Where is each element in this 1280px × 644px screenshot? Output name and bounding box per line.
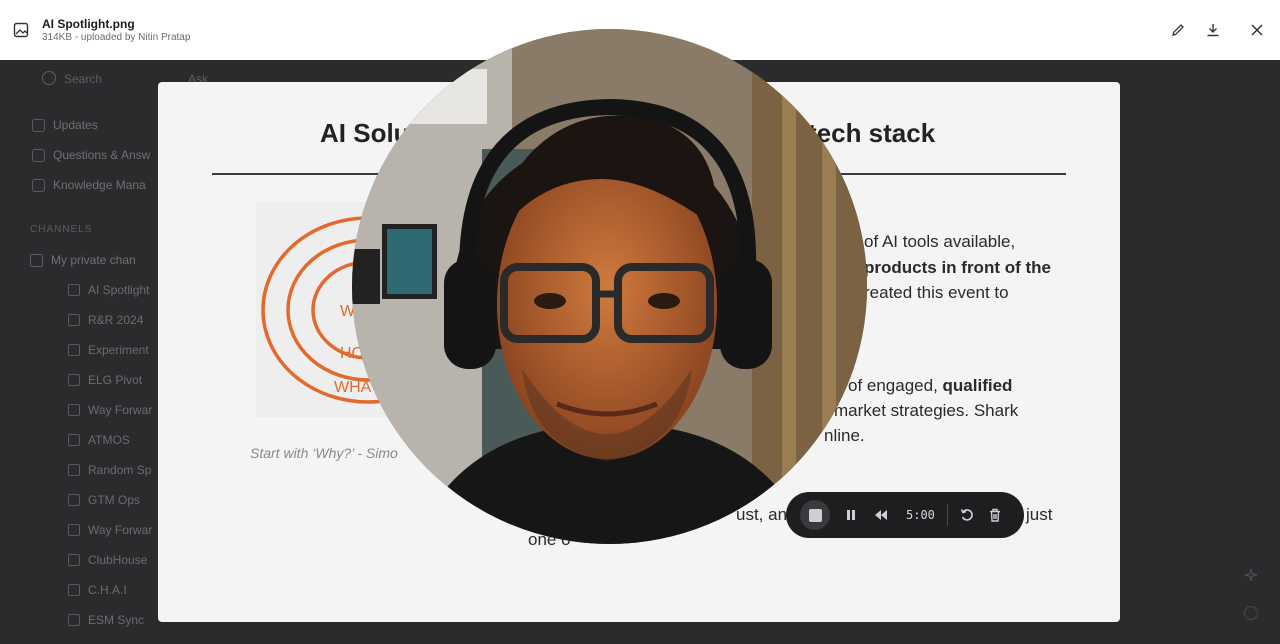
download-button[interactable]	[1203, 20, 1223, 40]
image-file-icon	[13, 22, 29, 38]
globe-icon	[68, 434, 80, 446]
rewind-button[interactable]	[870, 504, 892, 526]
search-label: Search	[64, 72, 103, 86]
megaphone-icon	[68, 404, 80, 416]
channel-item: ClubHouse	[68, 553, 147, 567]
slide-text-line: market strategies. Shark	[834, 401, 1019, 420]
help-icon	[1244, 606, 1258, 620]
channel-item: Way Forwar	[68, 403, 152, 417]
edit-button[interactable]	[1168, 20, 1188, 40]
slide-text-line: just	[1026, 505, 1053, 524]
close-icon	[1251, 24, 1263, 36]
channel-item: ATMOS	[68, 433, 130, 447]
channel-icon	[68, 494, 80, 506]
updates-icon	[32, 118, 45, 132]
channel-item: ESM Sync	[68, 613, 144, 627]
image-caption: Start with ‘Why?’ - Simo	[250, 445, 398, 461]
channel-item: Way Forwar	[68, 523, 152, 537]
knowledge-icon	[32, 178, 45, 192]
slide-text-line: nline.	[824, 426, 865, 445]
globe-icon	[68, 464, 80, 476]
folder-icon	[68, 374, 80, 386]
lock-icon	[30, 253, 43, 267]
pause-icon	[847, 510, 855, 520]
download-icon	[1207, 24, 1219, 37]
rewind-icon	[875, 510, 887, 520]
pencil-icon	[1172, 24, 1184, 36]
page-icon	[68, 284, 80, 296]
slide-text-line: of AI tools available,	[864, 232, 1016, 251]
channel-item: ELG Pivot	[68, 373, 142, 387]
stop-icon	[808, 508, 822, 522]
nav-knowledge: Knowledge Mana	[32, 178, 146, 192]
delete-button[interactable]	[984, 504, 1006, 526]
slide-text-line: products in front of the	[864, 258, 1051, 277]
channel-item: R&R 2024	[68, 313, 143, 327]
nav-updates: Updates	[32, 118, 98, 132]
stop-button[interactable]	[800, 500, 830, 530]
channel-item: GTM Ops	[68, 493, 140, 507]
page-icon	[68, 344, 80, 356]
page-icon	[68, 614, 80, 626]
restart-button[interactable]	[956, 504, 978, 526]
trash-icon	[989, 508, 1000, 522]
slide-text-line: of engaged, qualified	[848, 376, 1013, 395]
webcam-bubble[interactable]	[352, 29, 867, 544]
channel-item: Experiment	[68, 343, 149, 357]
restart-icon	[960, 509, 973, 521]
slide-text-line: reated this event to	[864, 283, 1009, 302]
sparkle-icon	[1244, 568, 1258, 582]
background-sidebar: Search Ask Updates Questions & Answ Know…	[0, 60, 208, 644]
file-title: AI Spotlight.png	[42, 17, 135, 31]
page-icon	[68, 524, 80, 536]
page-icon	[68, 554, 80, 566]
page-icon	[68, 314, 80, 326]
channel-item: C.H.A.I	[68, 583, 127, 597]
recording-controls: 5:00	[786, 492, 1024, 538]
channel-item: Random Sp	[68, 463, 151, 477]
questions-icon	[32, 148, 45, 162]
private-channel: My private chan	[30, 253, 136, 267]
controls-divider	[946, 504, 948, 526]
recording-timer: 5:00	[906, 508, 935, 522]
channel-item: AI Spotlight	[68, 283, 149, 297]
webcam-feed	[352, 29, 867, 544]
nav-questions: Questions & Answ	[32, 148, 150, 162]
image-word-what: WHA	[334, 379, 372, 396]
pause-button[interactable]	[840, 504, 862, 526]
channels-heading: CHANNELS	[30, 224, 93, 235]
search-icon	[42, 71, 56, 85]
page-icon	[68, 584, 80, 596]
close-button[interactable]	[1247, 20, 1267, 40]
file-subtitle: 314KB - uploaded by Nitin Pratap	[42, 32, 191, 43]
